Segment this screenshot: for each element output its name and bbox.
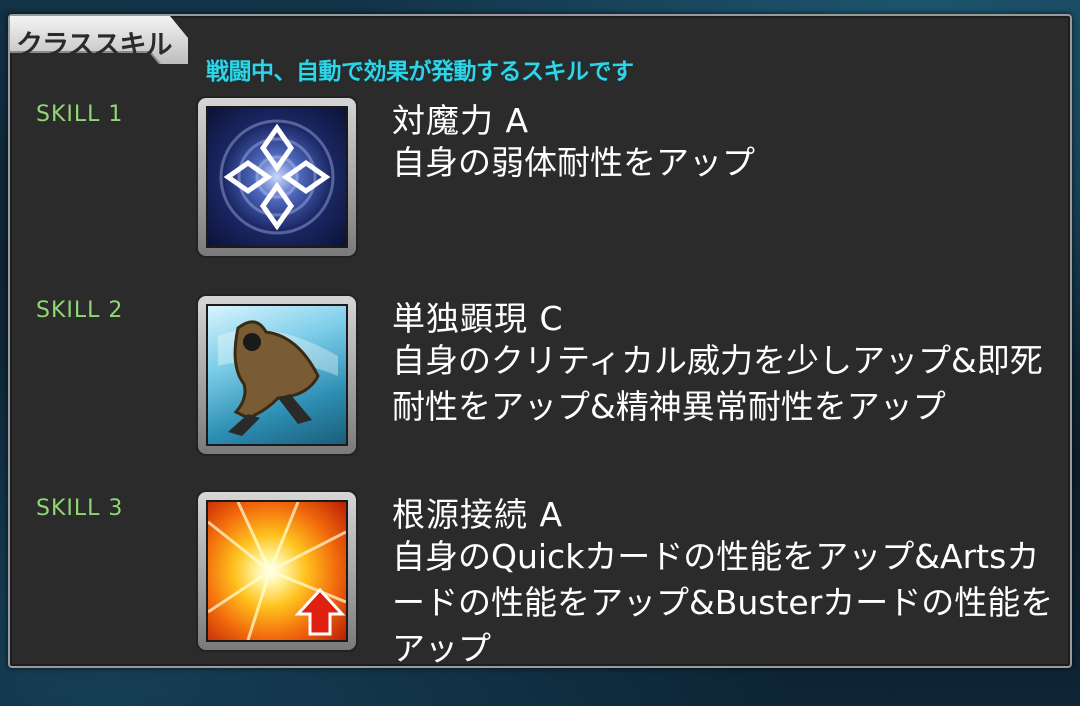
class-skill-panel: クラススキル 戦闘中、自動で効果が発動するスキルです SKILL 1 対魔力 A: [8, 14, 1072, 668]
panel-subtitle: 戦闘中、自動で効果が発動するスキルです: [206, 59, 634, 85]
skill-1-label: SKILL 1: [36, 102, 124, 127]
skill-3-name: 根源接続 A: [392, 495, 564, 534]
skill-1-name: 対魔力 A: [392, 101, 530, 140]
skill-3-description: 自身のQuickカードの性能をアップ&Artsカードの性能をアップ&Buster…: [392, 537, 1054, 668]
diamond-rune-icon: [206, 106, 348, 248]
cloaked-figure-icon: [206, 304, 348, 446]
skill-1-icon-frame[interactable]: [198, 98, 356, 256]
panel-title: クラススキル: [16, 30, 172, 61]
skill-3-icon-frame[interactable]: [198, 492, 356, 650]
panel-title-tab: クラススキル: [10, 16, 190, 64]
skill-1-description: 自身の弱体耐性をアップ: [392, 143, 755, 182]
burst-up-arrow-icon: [206, 500, 348, 642]
skill-2-description: 自身のクリティカル威力を少しアップ&即死耐性をアップ&精神異常耐性をアップ: [392, 341, 1043, 426]
skill-2-label: SKILL 2: [36, 298, 124, 323]
skill-3-label: SKILL 3: [36, 496, 124, 521]
skill-2-name: 単独顕現 C: [392, 299, 564, 338]
skill-2-icon-frame[interactable]: [198, 296, 356, 454]
